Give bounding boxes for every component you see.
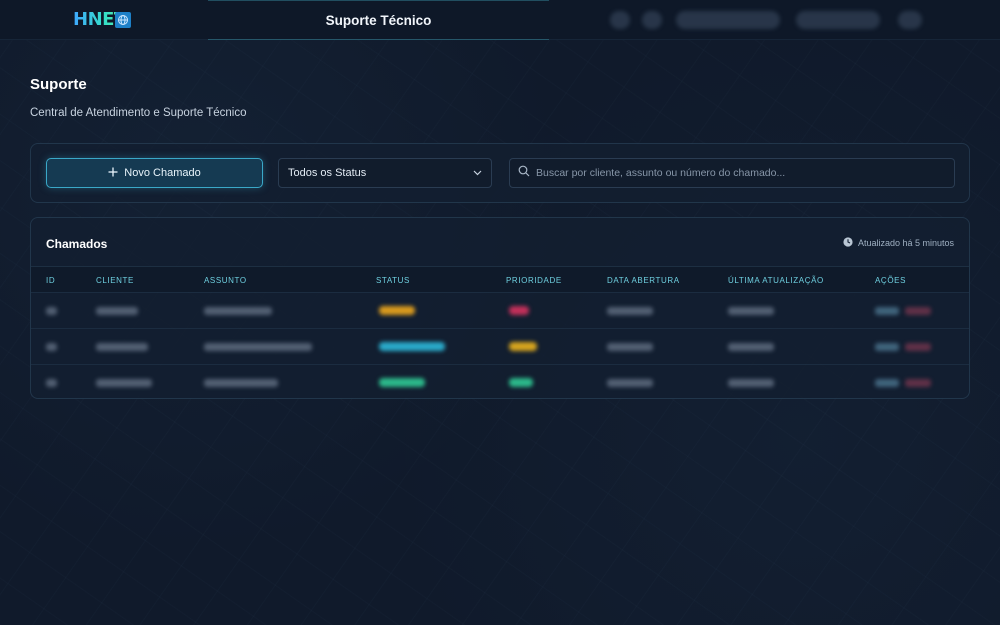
status-badge	[379, 342, 445, 351]
table-row[interactable]	[31, 292, 969, 328]
globe-icon[interactable]	[115, 12, 131, 28]
client-name-redacted	[96, 379, 152, 387]
column-header-data-abertura[interactable]: DATA ABERTURA	[607, 276, 680, 285]
priority-badge	[509, 378, 533, 387]
column-header-assunto[interactable]: ASSUNTO	[204, 276, 247, 285]
subject-redacted	[204, 343, 312, 351]
column-header-status[interactable]: STATUS	[376, 276, 410, 285]
status-filter-select[interactable]: Todos os Status	[278, 158, 492, 188]
opened-date-redacted	[607, 343, 653, 351]
plus-icon	[108, 167, 118, 180]
ticket-id-redacted	[46, 379, 57, 387]
top-bar: HNET Suporte Técnico	[0, 0, 1000, 40]
view-action-button[interactable]	[875, 343, 899, 351]
table-row[interactable]	[31, 364, 969, 398]
updated-date-redacted	[728, 343, 774, 351]
ticket-id-redacted	[46, 343, 57, 351]
page-subtitle: Central de Atendimento e Suporte Técnico	[30, 107, 247, 119]
subject-redacted	[204, 379, 278, 387]
column-header-acoes: AÇÕES	[875, 276, 907, 285]
page-title: Suporte	[30, 76, 87, 93]
table-row[interactable]	[31, 328, 969, 364]
delete-action-button[interactable]	[905, 307, 931, 315]
subject-redacted	[204, 307, 272, 315]
nav-icon[interactable]	[642, 11, 662, 29]
column-header-id[interactable]: ID	[46, 276, 55, 285]
search-box	[509, 158, 955, 188]
new-ticket-button[interactable]: Novo Chamado	[46, 158, 263, 188]
opened-date-redacted	[607, 379, 653, 387]
status-badge	[379, 378, 425, 387]
app-title: Suporte Técnico	[325, 12, 432, 28]
updated-date-redacted	[728, 379, 774, 387]
client-name-redacted	[96, 307, 138, 315]
table-title: Chamados	[46, 237, 108, 251]
priority-badge	[509, 306, 529, 315]
search-icon	[518, 164, 530, 182]
column-header-prioridade[interactable]: PRIORIDADE	[506, 276, 562, 285]
user-avatar[interactable]	[898, 11, 922, 29]
updated-text: Atualizado há 5 minutos	[857, 238, 954, 248]
search-input[interactable]	[536, 167, 946, 179]
column-header-cliente[interactable]: CLIENTE	[96, 276, 134, 285]
view-action-button[interactable]	[875, 379, 899, 387]
status-filter-value: Todos os Status	[288, 167, 367, 179]
nav-menu-item[interactable]	[796, 11, 880, 29]
delete-action-button[interactable]	[905, 379, 931, 387]
updated-indicator: Atualizado há 5 minutos	[843, 237, 954, 249]
tickets-table-card: Chamados Atualizado há 5 minutos ID CLIE…	[30, 217, 970, 399]
ticket-id-redacted	[46, 307, 57, 315]
nav-menu-item[interactable]	[676, 11, 780, 29]
app-title-bar: Suporte Técnico	[208, 0, 549, 40]
chevron-down-icon	[473, 167, 482, 179]
view-action-button[interactable]	[875, 307, 899, 315]
priority-badge	[509, 342, 537, 351]
client-name-redacted	[96, 343, 148, 351]
column-header-ultima-atualizacao[interactable]: ÚLTIMA ATUALIZAÇÃO	[728, 276, 824, 285]
table-header: ID CLIENTE ASSUNTO STATUS PRIORIDADE DAT…	[31, 266, 969, 292]
clock-icon	[843, 237, 853, 249]
filter-card: Novo Chamado Todos os Status	[30, 143, 970, 203]
delete-action-button[interactable]	[905, 343, 931, 351]
new-ticket-label: Novo Chamado	[124, 167, 201, 179]
nav-icon[interactable]	[610, 11, 630, 29]
opened-date-redacted	[607, 307, 653, 315]
updated-date-redacted	[728, 307, 774, 315]
status-badge	[379, 306, 415, 315]
